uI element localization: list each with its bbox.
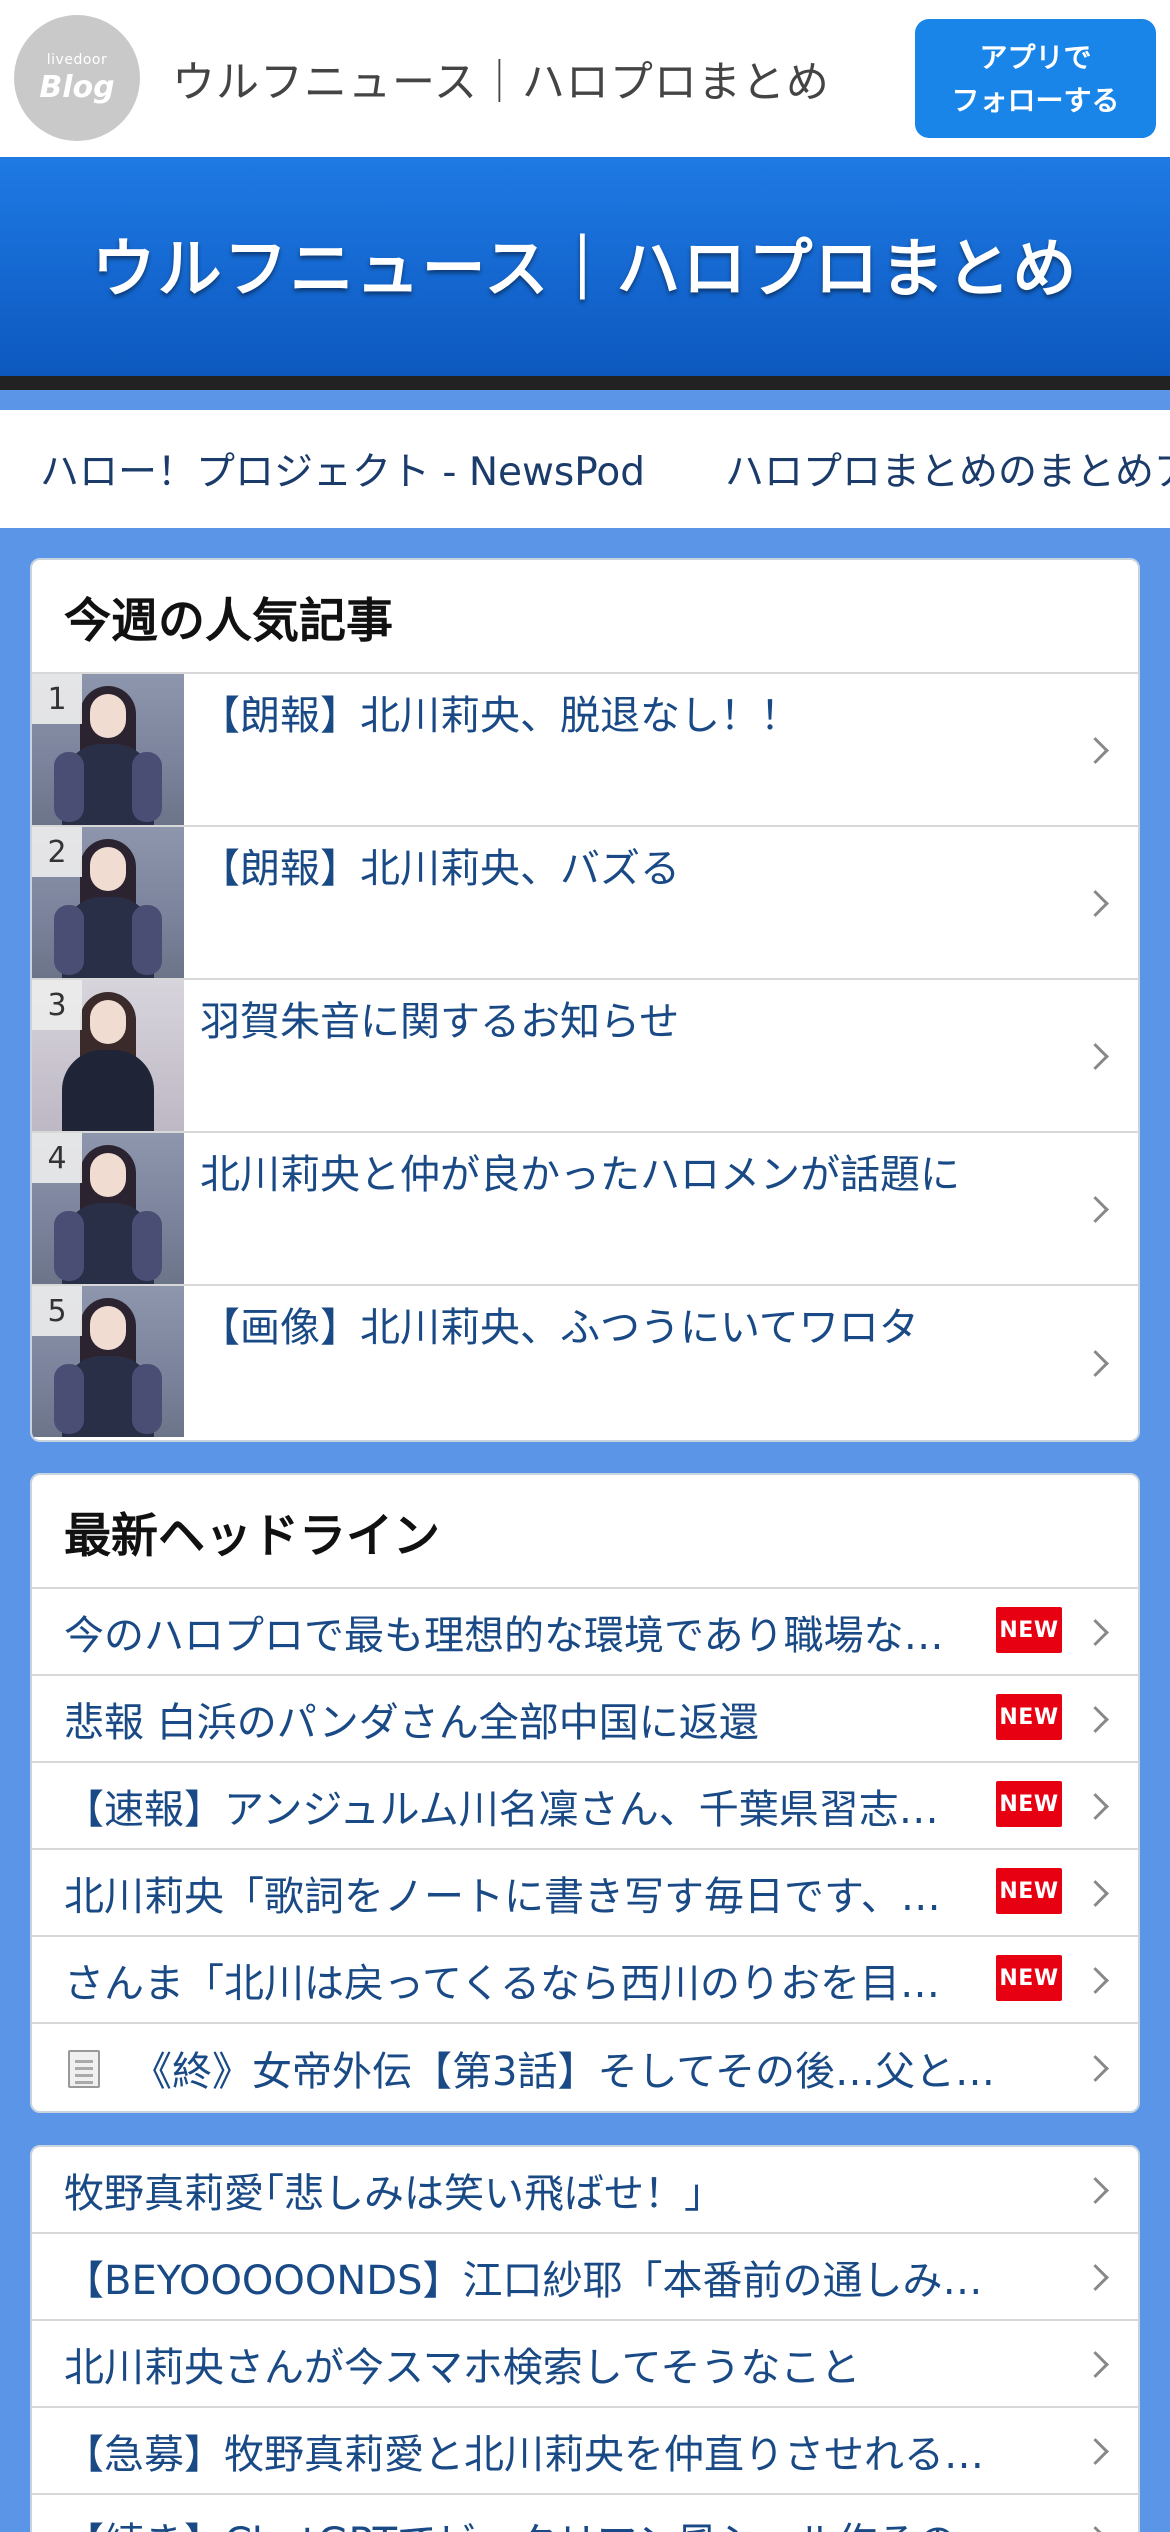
chevron-right-icon	[1080, 2172, 1116, 2208]
headline-item[interactable]: さんま「北川は戻ってくるなら西川のりおを目… NEW	[32, 1937, 1138, 2024]
headlines-heading: 最新ヘッドライン	[32, 1475, 1138, 1589]
rank-number: 3	[32, 980, 82, 1030]
ranking-title: 羽賀朱音に関するお知らせ	[200, 999, 680, 1045]
site-name[interactable]: ウルフニュース｜ハロプロまとめ	[172, 48, 830, 110]
chevron-right-icon	[1080, 732, 1116, 768]
related-links-strip: ハロー！プロジェクト - NewsPod ハロプロまとめのまとめア	[0, 410, 1170, 528]
livedoor-blog-logo[interactable]: livedoor Blog	[14, 15, 140, 141]
new-badge: NEW	[996, 1868, 1062, 1914]
headline-title: 北川莉央「歌詞をノートに書き写す毎日です、…	[64, 1873, 941, 1920]
link-item[interactable]: 【BEYOOOOONDS】江口紗耶「本番前の通しみ…	[32, 2234, 1138, 2321]
ranking-title: 北川莉央と仲が良かったハロメンが話題に	[200, 1152, 960, 1198]
more-links-card: 牧野真莉愛｢悲しみは笑い飛ばせ！｣ 【BEYOOOOONDS】江口紗耶「本番前の…	[30, 2145, 1140, 2532]
chevron-right-icon	[1080, 2346, 1116, 2382]
follow-in-app-button[interactable]: アプリで フォローする	[915, 19, 1156, 138]
blog-banner[interactable]: ウルフニュース｜ハロプロまとめ	[0, 157, 1170, 390]
headline-title: 悲報 白浜のパンダさん全部中国に返還	[64, 1699, 759, 1746]
headline-title: 【速報】アンジュルム川名凜さん、千葉県習志…	[64, 1786, 939, 1833]
logo-small-text: livedoor	[46, 51, 108, 68]
chevron-right-icon	[1080, 2433, 1116, 2469]
link-title: 【続き】ChatGPTでビックリマン風シール作るの…	[64, 2510, 1060, 2532]
headline-item[interactable]: 今のハロプロで最も理想的な環境であり職場な… NEW	[32, 1589, 1138, 1676]
latest-headlines-card: 最新ヘッドライン 今のハロプロで最も理想的な環境であり職場な… NEW 悲報 白…	[30, 1473, 1140, 2113]
rank-number: 1	[32, 674, 82, 724]
ranking-item[interactable]: 2 【朗報】北川莉央、バズる	[32, 827, 1138, 980]
link-item[interactable]: 北川莉央さんが今スマホ検索してそうなこと	[32, 2321, 1138, 2408]
logo-big-text: Blog	[39, 69, 115, 105]
chevron-right-icon	[1080, 1614, 1116, 1650]
chevron-right-icon	[1080, 2521, 1116, 2532]
chevron-right-icon	[1080, 885, 1116, 921]
headline-item[interactable]: 《終》女帝外伝【第3話】そしてその後…父と…	[32, 2024, 1138, 2111]
document-icon	[68, 2050, 100, 2088]
banner-title: ウルフニュース｜ハロプロまとめ	[91, 232, 1079, 307]
ranking-title: 【朗報】北川莉央、バズる	[200, 846, 680, 892]
rank-number: 2	[32, 827, 82, 877]
headline-title: 《終》女帝外伝【第3話】そしてその後…父と…	[132, 2048, 996, 2095]
new-badge: NEW	[996, 1694, 1062, 1740]
chevron-right-icon	[1080, 2259, 1116, 2295]
rank-number: 4	[32, 1133, 82, 1183]
popular-articles-card: 今週の人気記事 1 【朗報】北川莉央、脱退なし！！ 2 【朗報】北川莉央、バズる…	[30, 558, 1140, 1442]
popular-heading: 今週の人気記事	[32, 560, 1138, 674]
ranking-title: 【画像】北川莉央、ふつうにいてワロタ	[200, 1305, 919, 1351]
chevron-right-icon	[1080, 1345, 1116, 1381]
chevron-right-icon	[1080, 1788, 1116, 1824]
link-item[interactable]: 牧野真莉愛｢悲しみは笑い飛ばせ！｣	[32, 2147, 1138, 2234]
ranking-item[interactable]: 4 北川莉央と仲が良かったハロメンが話題に	[32, 1133, 1138, 1286]
new-badge: NEW	[996, 1607, 1062, 1653]
rank-number: 5	[32, 1286, 82, 1336]
ranking-title: 【朗報】北川莉央、脱退なし！！	[200, 693, 800, 739]
new-badge: NEW	[996, 1781, 1062, 1827]
link-item[interactable]: 【続き】ChatGPTでビックリマン風シール作るの…	[32, 2495, 1138, 2532]
ranking-item[interactable]: 5 【画像】北川莉央、ふつうにいてワロタ	[32, 1286, 1138, 1439]
link-title: 【急募】牧野真莉愛と北川莉央を仲直りさせれる…	[64, 2431, 984, 2478]
chevron-right-icon	[1080, 1038, 1116, 1074]
link-title: 北川莉央さんが今スマホ検索してそうなこと	[64, 2344, 861, 2391]
ranking-item[interactable]: 1 【朗報】北川莉央、脱退なし！！	[32, 674, 1138, 827]
chevron-right-icon	[1080, 1701, 1116, 1737]
headline-title: さんま「北川は戻ってくるなら西川のりおを目…	[64, 1960, 940, 2007]
chevron-right-icon	[1080, 1191, 1116, 1227]
headline-item[interactable]: 【速報】アンジュルム川名凜さん、千葉県習志… NEW	[32, 1763, 1138, 1850]
new-badge: NEW	[996, 1955, 1062, 2001]
top-header: livedoor Blog ウルフニュース｜ハロプロまとめ アプリで フォローす…	[0, 0, 1170, 157]
related-link[interactable]: ハロー！プロジェクト - NewsPod	[40, 441, 645, 497]
related-link[interactable]: ハロプロまとめのまとめア	[725, 441, 1170, 497]
link-title: 【BEYOOOOONDS】江口紗耶「本番前の通しみ…	[64, 2257, 983, 2304]
headline-item[interactable]: 悲報 白浜のパンダさん全部中国に返還 NEW	[32, 1676, 1138, 1763]
link-title: 牧野真莉愛｢悲しみは笑い飛ばせ！｣	[64, 2170, 704, 2217]
ranking-item[interactable]: 3 羽賀朱音に関するお知らせ	[32, 980, 1138, 1133]
chevron-right-icon	[1080, 1962, 1116, 1998]
chevron-right-icon	[1080, 2050, 1116, 2086]
headline-item[interactable]: 北川莉央「歌詞をノートに書き写す毎日です、… NEW	[32, 1850, 1138, 1937]
chevron-right-icon	[1080, 1875, 1116, 1911]
headline-title: 今のハロプロで最も理想的な環境であり職場な…	[64, 1612, 944, 1659]
link-item[interactable]: 【急募】牧野真莉愛と北川莉央を仲直りさせれる…	[32, 2408, 1138, 2495]
